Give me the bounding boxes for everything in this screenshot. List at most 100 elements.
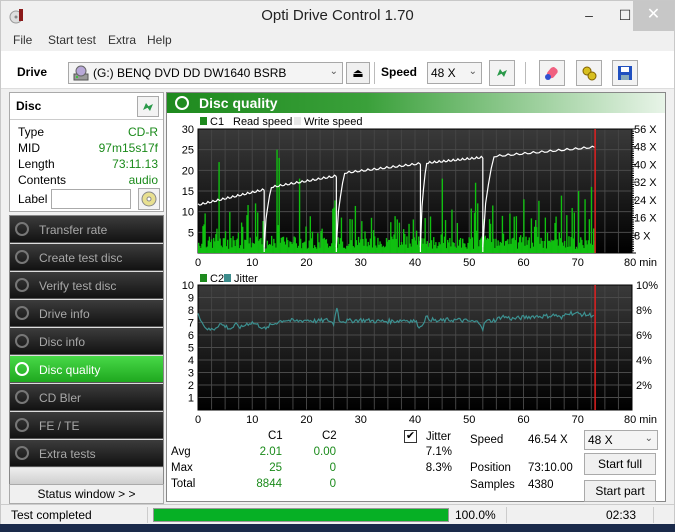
disc-length-value: 73:11.13 [112,157,158,171]
jitter-checkbox[interactable]: ✔ [404,430,417,443]
drive-select[interactable]: (G:) BENQ DVD DD DW1640 BSRB ⌄ [68,62,343,84]
samples-value: 4380 [528,479,554,491]
total-c1: 8844 [256,478,282,490]
sidebar-item-label: Transfer rate [39,223,108,237]
sidebar-item-verify-test-disc[interactable]: Verify test disc [10,272,163,299]
disc-label-button[interactable] [138,188,160,210]
divider [10,119,163,120]
settings-button[interactable] [576,60,602,86]
col-c2-header: C2 [322,430,337,442]
status-window-button[interactable]: Status window > > [9,484,164,504]
left-panel: Disc Type CD-R MID 97m15s17f Length 73:1… [9,92,164,508]
max-c1: 25 [269,462,282,474]
sidebar-item-extra-tests[interactable]: Extra tests [10,440,163,467]
sidebar-item-disc-quality[interactable]: Disc quality [10,356,163,383]
x-tick-label: 60 [517,414,529,423]
disc-label-input[interactable] [51,189,131,209]
disc-refresh-button[interactable] [137,96,159,117]
start-part-button[interactable]: Start part [584,480,656,502]
speed-select[interactable]: 48 X ⌄ [427,62,482,84]
max-label: Max [171,462,193,474]
app-window: Opti Drive Control 1.70 ‒ ☐ ✕ File Start… [0,0,675,524]
avg-c2: 0.00 [313,446,336,458]
legend-c1: C1 [210,116,224,128]
settings-icon [582,66,597,81]
disc-mid-row: MID 97m15s17f [18,141,158,157]
disc-icon [15,306,29,320]
disc-type-key: Type [18,125,45,139]
disc-icon [15,222,29,236]
progress-percent: 100.0% [455,508,496,522]
disc-contents-key: Contents [18,173,67,187]
menu-help[interactable]: Help [147,33,172,47]
sidebar-item-fe-te[interactable]: FE / TE [10,412,163,439]
divider [147,507,148,523]
y2-tick-label: 10% [636,280,658,292]
menu-file[interactable]: File [13,33,32,47]
y2-tick-label: 24 X [634,195,657,207]
disc-mid-value: 97m15s17f [98,141,158,155]
close-button[interactable]: ✕ [633,1,674,31]
divider [653,507,654,523]
disc-icon [15,390,29,404]
disc-mid-key: MID [18,141,40,155]
disc-icon [175,96,189,110]
x-tick-label: 30 [355,257,367,269]
total-c2: 0 [329,478,336,490]
sidebar-item-label: Verify test disc [39,279,117,293]
sidebar-item-disc-info[interactable]: Disc info [10,328,163,355]
chevron-down-icon: ⌄ [329,66,338,77]
progress-fill [154,509,448,521]
disc-icon [15,250,29,264]
panel-header: Disc quality [167,93,665,113]
sidebar-item-drive-info[interactable]: Drive info [10,300,163,327]
test-speed-select[interactable]: 48 X ⌄ [584,430,658,450]
total-label: Total [171,478,196,490]
y-tick-label: 4 [188,355,194,367]
sidebar-item-label: FE / TE [39,419,80,433]
sidebar-item-transfer-rate[interactable]: Transfer rate [10,216,163,243]
legend-swatch-jitter [224,274,231,282]
x-tick-label: 60 [517,257,529,269]
eject-button[interactable]: ⏏ [346,62,370,84]
c1-bar [278,157,280,253]
max-jitter: 8.3% [425,462,452,474]
sidebar-item-label: Create test disc [39,251,123,265]
sidebar-item-label: Disc quality [39,363,101,377]
disc-type-value: CD-R [128,125,158,139]
save-icon [618,66,632,80]
y-tick-label: 30 [182,124,194,136]
panel-title: Disc quality [199,95,278,111]
legend-jitter: Jitter [234,273,258,285]
c1-bar [523,199,525,253]
disc-icon [15,334,29,348]
sidebar-item-create-test-disc[interactable]: Create test disc [10,244,163,271]
sidebar-item-label: CD Bler [39,391,82,405]
disc-icon [15,418,29,432]
y2-tick-label: 16 X [634,213,657,225]
legend-swatch-write [294,117,301,125]
sidebar-item-cd-bler[interactable]: CD Bler [10,384,163,411]
c1-bar [204,213,206,253]
c1-bar [444,220,447,253]
legend-read-speed: Read speed [233,116,292,128]
legend-swatch-c1 [200,117,207,125]
erase-button[interactable] [539,60,565,86]
start-full-button[interactable]: Start full [584,453,656,475]
y-tick-label: 1 [188,393,194,405]
c1-chart: C1 Read speed Write speed 5 10 15 20 25 30 0 10 20 3… [182,116,658,269]
disc-label-key: Label [18,192,48,206]
title-bar: Opti Drive Control 1.70 ‒ ☐ ✕ [1,1,674,31]
y-tick-label: 10 [182,280,194,292]
menu-extra[interactable]: Extra [108,33,136,47]
speed-value: 48 X [431,66,456,80]
save-button[interactable] [612,60,638,86]
y-tick-label: 10 [182,207,194,219]
minimize-button[interactable]: ‒ [569,1,609,31]
refresh-button[interactable] [489,60,515,86]
x-tick-label: 40 [409,257,421,269]
menu-start-test[interactable]: Start test [48,33,96,47]
c1-bar [573,212,576,253]
disc-length-key: Length [18,157,55,171]
y2-tick-label: 56 X [634,124,657,136]
